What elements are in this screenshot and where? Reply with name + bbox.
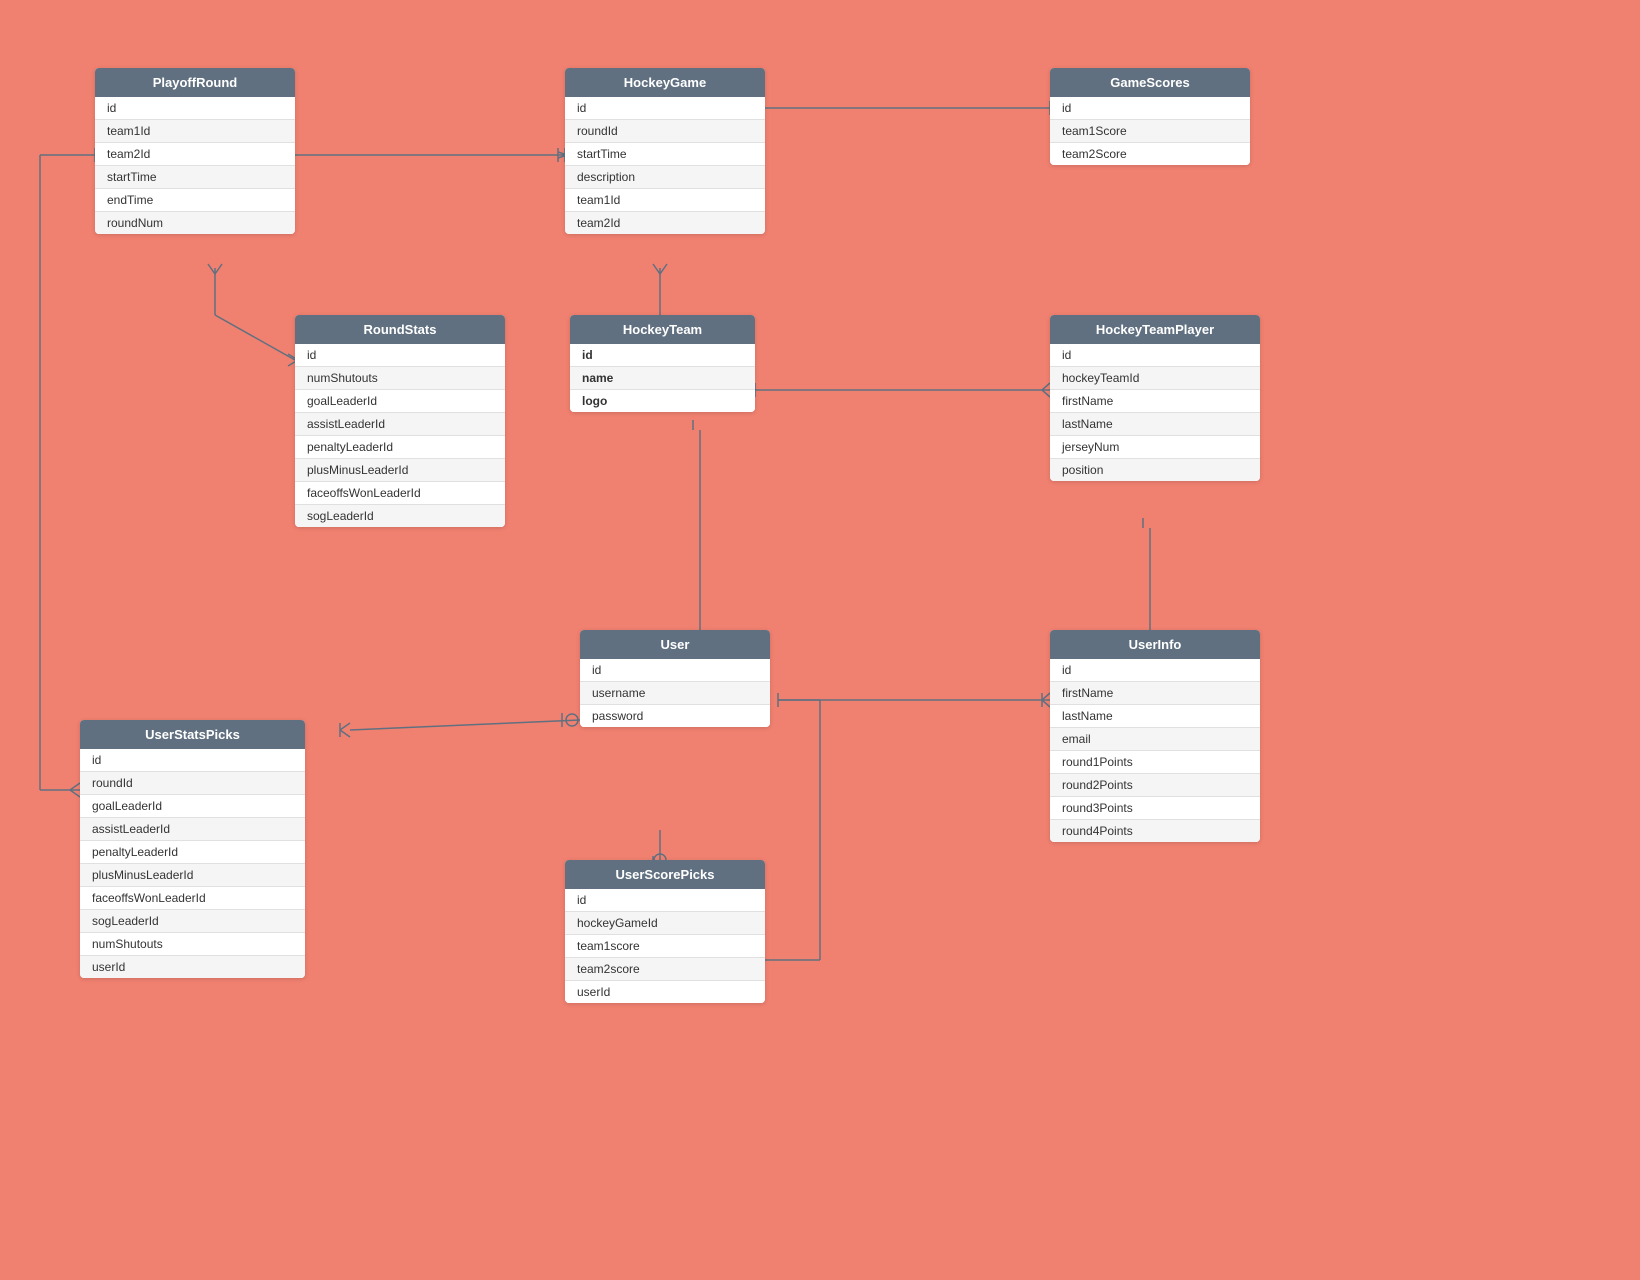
table-header-HockeyTeamPlayer: HockeyTeamPlayer <box>1050 315 1260 344</box>
field-id: id <box>295 344 505 367</box>
table-HockeyGame: HockeyGame id roundId startTime descript… <box>565 68 765 234</box>
field-round1Points: round1Points <box>1050 751 1260 774</box>
field-name: name <box>570 367 755 390</box>
field-team1score: team1score <box>565 935 765 958</box>
field-userId: userId <box>80 956 305 978</box>
field-startTime: startTime <box>95 166 295 189</box>
field-goalLeaderId: goalLeaderId <box>80 795 305 818</box>
field-team2score: team2score <box>565 958 765 981</box>
field-plusMinusLeaderId: plusMinusLeaderId <box>80 864 305 887</box>
field-roundNum: roundNum <box>95 212 295 234</box>
field-id: id <box>1050 344 1260 367</box>
field-penaltyLeaderId: penaltyLeaderId <box>295 436 505 459</box>
field-description: description <box>565 166 765 189</box>
field-team1Id: team1Id <box>95 120 295 143</box>
field-hockeyGameId: hockeyGameId <box>565 912 765 935</box>
table-UserStatsPicks: UserStatsPicks id roundId goalLeaderId a… <box>80 720 305 978</box>
field-userId: userId <box>565 981 765 1003</box>
table-header-UserScorePicks: UserScorePicks <box>565 860 765 889</box>
table-header-RoundStats: RoundStats <box>295 315 505 344</box>
field-team2Id: team2Id <box>565 212 765 234</box>
table-UserInfo: UserInfo id firstName lastName email rou… <box>1050 630 1260 842</box>
field-assistLeaderId: assistLeaderId <box>80 818 305 841</box>
table-HockeyTeamPlayer: HockeyTeamPlayer id hockeyTeamId firstNa… <box>1050 315 1260 481</box>
field-team2Score: team2Score <box>1050 143 1250 165</box>
field-logo: logo <box>570 390 755 412</box>
table-header-UserInfo: UserInfo <box>1050 630 1260 659</box>
field-goalLeaderId: goalLeaderId <box>295 390 505 413</box>
table-HockeyTeam: HockeyTeam id name logo <box>570 315 755 412</box>
field-endTime: endTime <box>95 189 295 212</box>
field-position: position <box>1050 459 1260 481</box>
field-firstName: firstName <box>1050 682 1260 705</box>
field-roundId: roundId <box>565 120 765 143</box>
field-round2Points: round2Points <box>1050 774 1260 797</box>
field-numShutouts: numShutouts <box>80 933 305 956</box>
table-header-GameScores: GameScores <box>1050 68 1250 97</box>
field-assistLeaderId: assistLeaderId <box>295 413 505 436</box>
field-id: id <box>565 97 765 120</box>
field-startTime: startTime <box>565 143 765 166</box>
field-password: password <box>580 705 770 727</box>
field-team2Id: team2Id <box>95 143 295 166</box>
table-User: User id username password <box>580 630 770 727</box>
field-id: id <box>1050 659 1260 682</box>
field-hockeyTeamId: hockeyTeamId <box>1050 367 1260 390</box>
diagram-container: PlayoffRound id team1Id team2Id startTim… <box>0 0 1640 1280</box>
table-PlayoffRound: PlayoffRound id team1Id team2Id startTim… <box>95 68 295 234</box>
table-UserScorePicks: UserScorePicks id hockeyGameId team1scor… <box>565 860 765 1003</box>
field-roundId: roundId <box>80 772 305 795</box>
field-id: id <box>95 97 295 120</box>
table-header-HockeyGame: HockeyGame <box>565 68 765 97</box>
table-header-UserStatsPicks: UserStatsPicks <box>80 720 305 749</box>
field-lastName: lastName <box>1050 413 1260 436</box>
field-id: id <box>565 889 765 912</box>
field-team1Score: team1Score <box>1050 120 1250 143</box>
field-username: username <box>580 682 770 705</box>
field-firstName: firstName <box>1050 390 1260 413</box>
field-faceoffsWonLeaderId: faceoffsWonLeaderId <box>295 482 505 505</box>
field-lastName: lastName <box>1050 705 1260 728</box>
table-RoundStats: RoundStats id numShutouts goalLeaderId a… <box>295 315 505 527</box>
field-sogLeaderId: sogLeaderId <box>80 910 305 933</box>
table-header-HockeyTeam: HockeyTeam <box>570 315 755 344</box>
field-numShutouts: numShutouts <box>295 367 505 390</box>
field-round4Points: round4Points <box>1050 820 1260 842</box>
table-GameScores: GameScores id team1Score team2Score <box>1050 68 1250 165</box>
field-jerseyNum: jerseyNum <box>1050 436 1260 459</box>
field-team1Id: team1Id <box>565 189 765 212</box>
field-plusMinusLeaderId: plusMinusLeaderId <box>295 459 505 482</box>
field-id: id <box>580 659 770 682</box>
field-faceoffsWonLeaderId: faceoffsWonLeaderId <box>80 887 305 910</box>
field-penaltyLeaderId: penaltyLeaderId <box>80 841 305 864</box>
field-id: id <box>1050 97 1250 120</box>
table-header-PlayoffRound: PlayoffRound <box>95 68 295 97</box>
field-round3Points: round3Points <box>1050 797 1260 820</box>
table-header-User: User <box>580 630 770 659</box>
field-email: email <box>1050 728 1260 751</box>
field-id: id <box>570 344 755 367</box>
field-id: id <box>80 749 305 772</box>
field-sogLeaderId: sogLeaderId <box>295 505 505 527</box>
